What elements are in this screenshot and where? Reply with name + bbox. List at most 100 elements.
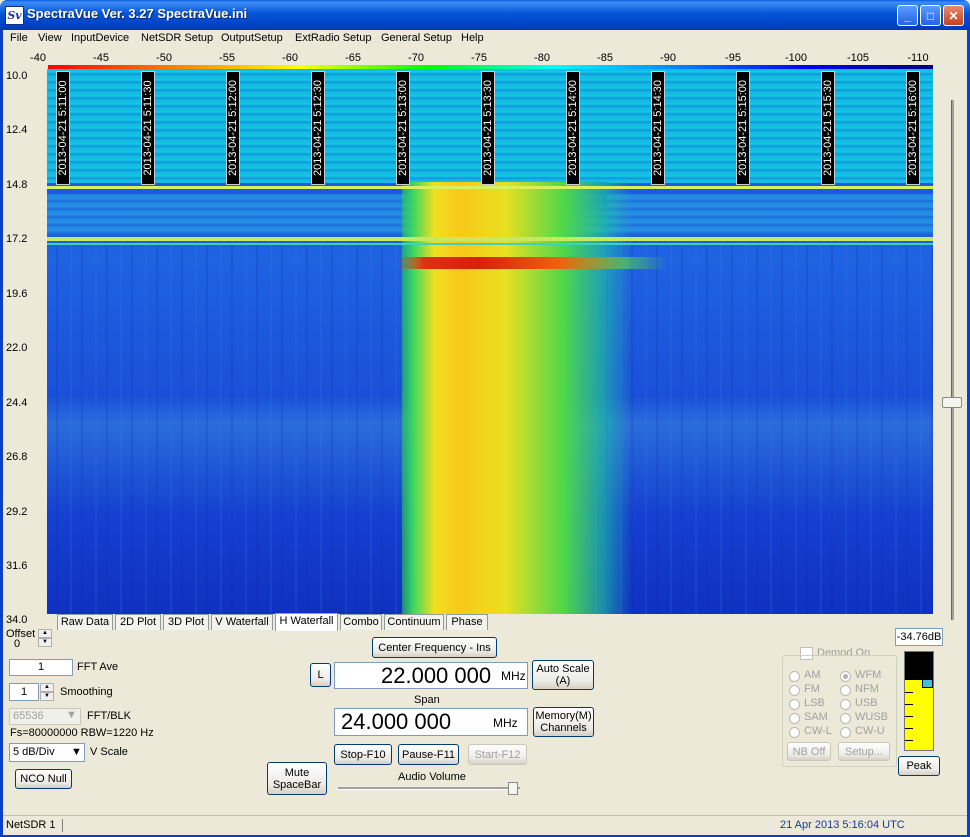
scale-label: -70 — [408, 52, 424, 64]
tab-raw-data[interactable]: Raw Data — [57, 614, 113, 630]
setup-button[interactable]: Setup... — [838, 742, 890, 761]
tab-combo[interactable]: Combo — [340, 614, 382, 630]
waterfall-carrier-line — [47, 243, 933, 245]
smoothing-spinner[interactable]: ▲ ▼ — [40, 683, 54, 701]
radio-sam[interactable] — [789, 713, 800, 724]
vertical-offset-slider-thumb[interactable] — [942, 397, 962, 408]
chevron-down-icon: ▼ — [66, 709, 77, 721]
tab-2d-plot[interactable]: 2D Plot — [115, 614, 161, 630]
auto-scale-button[interactable]: Auto Scale (A) — [532, 660, 594, 690]
level-readout: -34.76dB — [895, 628, 943, 646]
mute-button-label: Mute — [284, 766, 310, 779]
auto-scale-label: Auto Scale — [536, 663, 590, 675]
span-display[interactable]: 24.000 000 MHz — [334, 708, 528, 736]
memory-channels-button[interactable]: Memory(M) Channels — [533, 707, 594, 737]
timestamp-label: 2013-04-21 5:14:00 — [567, 79, 579, 177]
radio-sam-label: SAM — [804, 711, 828, 723]
timestamp-marker: 2013-04-21 5:14:00 — [566, 71, 580, 185]
timestamp-marker: 2013-04-21 5:12:00 — [226, 71, 240, 185]
menu-inputdevice[interactable]: InputDevice — [71, 32, 129, 44]
menu-general-setup[interactable]: General Setup — [381, 32, 452, 44]
radio-fm[interactable] — [789, 685, 800, 696]
freq-label: 14.8 — [6, 179, 28, 191]
waterfall-signal — [402, 182, 632, 614]
nco-null-button[interactable]: NCO Null — [15, 769, 72, 789]
freq-label: 10.0 — [6, 70, 28, 82]
tab-h-waterfall[interactable]: H Waterfall — [275, 613, 338, 631]
view-tabs: Raw Data 2D Plot 3D Plot V Waterfall H W… — [57, 613, 497, 631]
menu-view[interactable]: View — [38, 32, 62, 44]
pause-button[interactable]: Pause-F11 — [398, 744, 459, 765]
audio-volume-track[interactable] — [338, 787, 520, 790]
meter-unused-range — [905, 652, 933, 680]
tab-continuum[interactable]: Continuum — [384, 614, 444, 630]
smoothing-input[interactable]: 1 — [9, 683, 39, 701]
start-button[interactable]: Start-F12 — [468, 744, 527, 765]
radio-nfm[interactable] — [840, 685, 851, 696]
memory-button-label: Memory(M) — [535, 710, 592, 722]
minimize-button[interactable]: _ — [897, 5, 918, 26]
tab-phase[interactable]: Phase — [446, 614, 488, 630]
meter-tick — [905, 716, 913, 717]
menu-netsdr-setup[interactable]: NetSDR Setup — [141, 32, 213, 44]
fft-ave-input[interactable]: 1 — [9, 659, 73, 676]
app-icon[interactable]: Sv — [5, 6, 24, 25]
smoothing-label: Smoothing — [60, 686, 113, 698]
mute-button-shortcut: SpaceBar — [272, 778, 322, 791]
chevron-down-icon: ▼ — [71, 746, 82, 758]
radio-usb[interactable] — [840, 699, 851, 710]
tab-3d-plot[interactable]: 3D Plot — [163, 614, 209, 630]
center-frequency-button[interactable]: Center Frequency - Ins — [372, 637, 497, 658]
timestamp-label: 2013-04-21 5:11:30 — [142, 80, 154, 176]
offset-spinner[interactable]: ▲ ▼ — [38, 629, 52, 647]
status-bar: NetSDR 1 21 Apr 2013 5:16:04 UTC — [3, 815, 967, 835]
timestamp-label: 2013-04-21 5:15:00 — [737, 79, 749, 177]
spin-down-icon[interactable]: ▼ — [40, 692, 54, 701]
tab-v-waterfall[interactable]: V Waterfall — [211, 614, 273, 630]
menu-outputsetup[interactable]: OutputSetup — [221, 32, 283, 44]
radio-lsb[interactable] — [789, 699, 800, 710]
timestamp-marker: 2013-04-21 5:12:30 — [311, 71, 325, 185]
l-button[interactable]: L — [310, 663, 331, 687]
radio-am-label: AM — [804, 669, 821, 681]
radio-cw-l[interactable] — [789, 727, 800, 738]
peak-button[interactable]: Peak — [898, 756, 940, 776]
radio-am[interactable] — [789, 671, 800, 682]
scale-label: -40 — [30, 52, 46, 64]
status-datetime: 21 Apr 2013 5:16:04 UTC — [780, 819, 905, 831]
waterfall-carrier-line — [47, 237, 933, 241]
freq-label: 24.4 — [6, 397, 28, 409]
waterfall-display[interactable]: 2013-04-21 5:11:00 2013-04-21 5:11:30 20… — [47, 69, 933, 614]
meter-tick — [905, 692, 913, 693]
menu-extradio-setup[interactable]: ExtRadio Setup — [295, 32, 371, 44]
timestamp-marker: 2013-04-21 5:16:00 — [906, 71, 920, 185]
radio-wfm[interactable] — [840, 671, 851, 682]
radio-wusb[interactable] — [840, 713, 851, 724]
audio-volume-thumb[interactable] — [508, 782, 518, 795]
scale-label: -85 — [597, 52, 613, 64]
timestamp-marker: 2013-04-21 5:13:30 — [481, 71, 495, 185]
radio-cw-u[interactable] — [840, 727, 851, 738]
freq-label: 12.4 — [6, 124, 28, 136]
timestamp-marker: 2013-04-21 5:11:30 — [141, 71, 155, 185]
menu-file[interactable]: File — [10, 32, 28, 44]
radio-cw-l-label: CW-L — [804, 725, 832, 737]
scale-label: -110 — [907, 52, 929, 64]
radio-cw-u-label: CW-U — [855, 725, 885, 737]
stop-button[interactable]: Stop-F10 — [334, 744, 392, 765]
center-frequency-display[interactable]: 22.000 000 MHz — [334, 662, 528, 689]
spin-up-icon[interactable]: ▲ — [40, 683, 54, 692]
nb-off-button[interactable]: NB Off — [787, 742, 831, 761]
menu-help[interactable]: Help — [461, 32, 484, 44]
maximize-button[interactable]: □ — [920, 5, 941, 26]
vertical-offset-slider-track[interactable] — [951, 100, 954, 620]
close-button[interactable]: ✕ — [943, 5, 964, 26]
spin-up-icon[interactable]: ▲ — [38, 629, 52, 638]
timestamp-label: 2013-04-21 5:12:30 — [312, 79, 324, 177]
mute-button[interactable]: Mute SpaceBar — [267, 762, 327, 795]
spin-down-icon[interactable]: ▼ — [38, 638, 52, 647]
radio-fm-label: FM — [804, 683, 820, 695]
status-device: NetSDR 1 — [6, 819, 56, 831]
scale-label: -50 — [156, 52, 172, 64]
meter-peak-marker — [922, 679, 933, 688]
